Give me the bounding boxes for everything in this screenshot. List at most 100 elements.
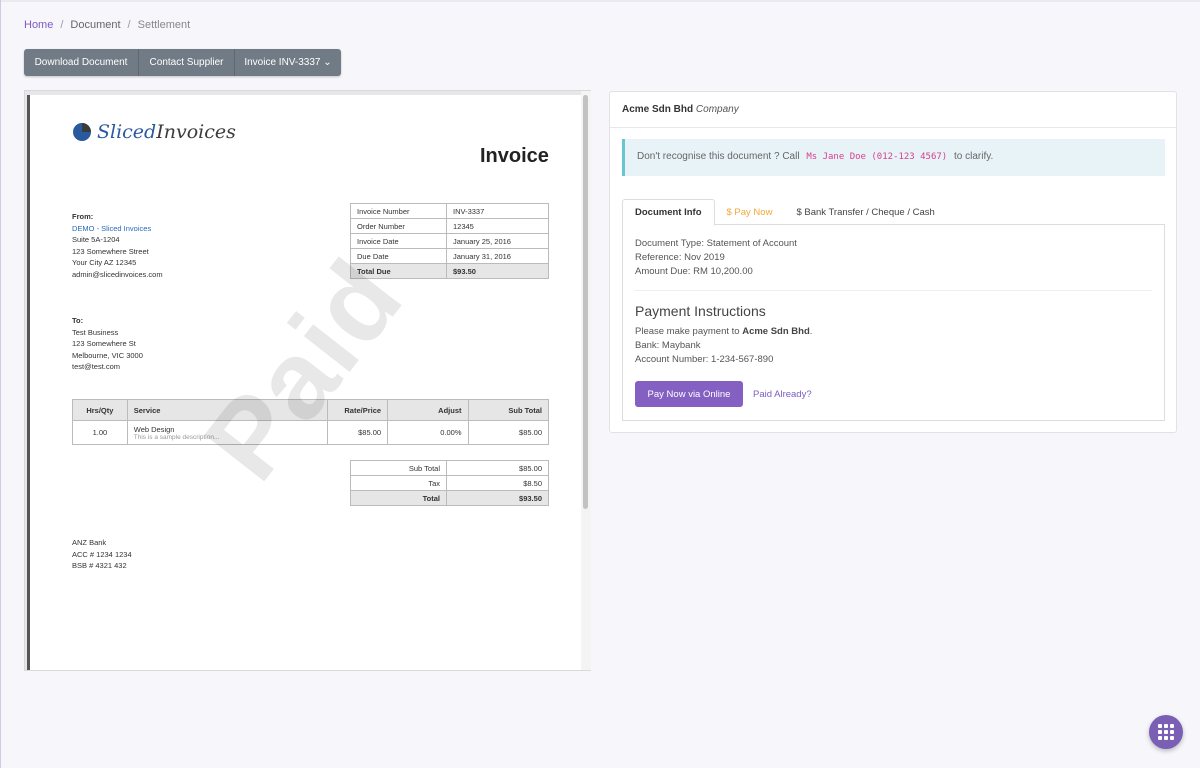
- meta-value: $93.50: [446, 263, 549, 279]
- from-name[interactable]: DEMO - Sliced Invoices: [72, 223, 163, 235]
- document-info: Document Type: Statement of Account Refe…: [635, 237, 1152, 279]
- payment-line: Please make payment to Acme Sdn Bhd.: [635, 325, 1152, 339]
- table-row: Invoice Date January 25, 2016: [350, 233, 549, 249]
- grid-menu-icon[interactable]: [1149, 715, 1183, 749]
- bank-name: Bank: Maybank: [635, 340, 701, 351]
- to-line: Test Business: [72, 327, 119, 337]
- totals-label: Total: [350, 490, 447, 506]
- meta-value: INV-3337: [446, 203, 549, 219]
- from-line: 123 Somewhere Street: [72, 246, 149, 256]
- bank-line: BSB # 4321 432: [72, 561, 127, 570]
- invoice-dropdown-button[interactable]: Invoice INV-3337 ⌄: [235, 49, 341, 76]
- amount-due: Amount Due: RM 10,200.00: [635, 266, 753, 277]
- column-header: Adjust: [387, 399, 469, 421]
- from-line: Your City AZ 12345: [72, 258, 137, 267]
- meta-value: January 31, 2016: [446, 248, 549, 264]
- breadcrumb-separator: /: [127, 19, 131, 31]
- breadcrumb-current: Settlement: [137, 19, 191, 31]
- totals-label: Tax: [350, 475, 447, 491]
- column-header: Sub Total: [467, 399, 550, 421]
- account-number: Account Number: 1-234-567-890: [635, 354, 774, 365]
- breadcrumb-document[interactable]: Document: [70, 19, 120, 31]
- left-border: [0, 0, 1, 768]
- from-heading: From:: [72, 212, 94, 221]
- company-name: Acme Sdn Bhd: [622, 104, 694, 115]
- tab-document-info[interactable]: Document Info: [622, 199, 715, 226]
- viewer-scrollbar[interactable]: [581, 91, 591, 670]
- pay-now-online-button[interactable]: Pay Now via Online: [635, 381, 743, 407]
- grid-dot: [1170, 730, 1174, 734]
- item-qty: 1.00: [72, 420, 128, 445]
- company-type: Company: [695, 104, 739, 115]
- table-row: Order Number 12345: [350, 218, 549, 234]
- grid-dot: [1158, 724, 1162, 728]
- pie-chart-icon: [73, 123, 91, 141]
- document-type: Document Type: Statement of Account: [635, 238, 797, 249]
- grid-dot: [1170, 724, 1174, 728]
- bank-line: ANZ Bank: [72, 538, 107, 547]
- table-row: Total $93.50: [350, 490, 549, 506]
- divider: [635, 290, 1152, 291]
- logo-text: SlicedInvoices: [97, 121, 236, 143]
- tab-pay-now[interactable]: $ Pay Now: [715, 199, 785, 225]
- grid-dot: [1164, 736, 1168, 740]
- meta-label: Due Date: [350, 248, 447, 264]
- to-address: To: Test Business 123 Somewhere St Melbo…: [72, 315, 143, 373]
- paid-already-link[interactable]: Paid Already?: [753, 389, 812, 400]
- to-line: Melbourne, VIC 3000: [72, 350, 143, 360]
- table-row: Invoice Number INV-3337: [350, 203, 549, 219]
- grid-dot: [1158, 730, 1162, 734]
- payment-instructions: Please make payment to Acme Sdn Bhd. Ban…: [635, 325, 1152, 367]
- table-row: Sub Total $85.00: [350, 460, 549, 476]
- toolbar-button-group: Download Document Contact Supplier Invoi…: [24, 49, 341, 76]
- meta-value: 12345: [446, 218, 549, 234]
- totals-label: Sub Total: [350, 460, 447, 476]
- item-service-name: Web Design: [133, 424, 175, 434]
- totals-table: Sub Total $85.00 Tax $8.50 Total $93.50: [350, 460, 549, 506]
- payment-instructions-title: Payment Instructions: [635, 303, 766, 319]
- invoice-page: SlicedInvoices Invoice From: DEMO - Slic…: [27, 95, 581, 670]
- alert-contact: Ms Jane Doe (012-123 4567): [806, 152, 948, 162]
- item-subtotal: $85.00: [467, 420, 550, 445]
- totals-value: $8.50: [446, 475, 549, 491]
- to-line: 123 Somewhere St: [72, 339, 136, 348]
- column-header: Hrs/Qty: [72, 399, 128, 421]
- tab-content: Document Type: Statement of Account Refe…: [622, 225, 1165, 421]
- to-line: test@test.com: [72, 362, 121, 371]
- breadcrumb-separator: /: [60, 19, 64, 31]
- from-line: Suite 5A-1204: [72, 235, 120, 244]
- bank-details: ANZ Bank ACC # 1234 1234 BSB # 4321 432: [72, 537, 132, 572]
- tab-bank-transfer[interactable]: $ Bank Transfer / Cheque / Cash: [784, 199, 946, 225]
- top-border: [0, 0, 1200, 2]
- breadcrumb-home[interactable]: Home: [24, 19, 53, 31]
- grid-dot: [1170, 736, 1174, 740]
- payment-actions: Pay Now via Online Paid Already?: [635, 381, 1152, 407]
- logo-text-a: Sliced: [97, 121, 157, 143]
- document-reference: Reference: Nov 2019: [635, 252, 725, 263]
- from-address: From: DEMO - Sliced Invoices Suite 5A-12…: [72, 211, 163, 280]
- payee-name: Acme Sdn Bhd: [742, 326, 810, 337]
- payment-period: .: [809, 326, 813, 337]
- meta-label: Invoice Number: [350, 203, 447, 219]
- meta-value: January 25, 2016: [446, 233, 549, 249]
- grid-dot: [1164, 730, 1168, 734]
- to-heading: To:: [72, 316, 84, 325]
- panel-header: Acme Sdn Bhd Company: [610, 92, 1176, 128]
- scrollbar-thumb[interactable]: [583, 95, 588, 509]
- document-details-panel: Acme Sdn Bhd Company Don't recognise thi…: [609, 91, 1177, 433]
- table-row: Due Date January 31, 2016: [350, 248, 549, 264]
- alert-text-end: to clarify.: [954, 151, 994, 162]
- grid-dot: [1164, 724, 1168, 728]
- breadcrumb: Home / Document / Settlement: [24, 19, 190, 31]
- item-adjust: 0.00%: [387, 420, 469, 445]
- sliced-invoices-logo: SlicedInvoices: [71, 121, 236, 143]
- document-viewer[interactable]: SlicedInvoices Invoice From: DEMO - Slic…: [24, 90, 591, 671]
- totals-value: $85.00: [446, 460, 549, 476]
- contact-supplier-button[interactable]: Contact Supplier: [139, 49, 235, 76]
- meta-label: Order Number: [350, 218, 447, 234]
- invoice-title: Invoice: [480, 145, 549, 167]
- alert-text: Don't recognise this document ? Call: [637, 151, 800, 162]
- table-row: Tax $8.50: [350, 475, 549, 491]
- download-document-button[interactable]: Download Document: [24, 49, 139, 76]
- grid-dot: [1158, 736, 1162, 740]
